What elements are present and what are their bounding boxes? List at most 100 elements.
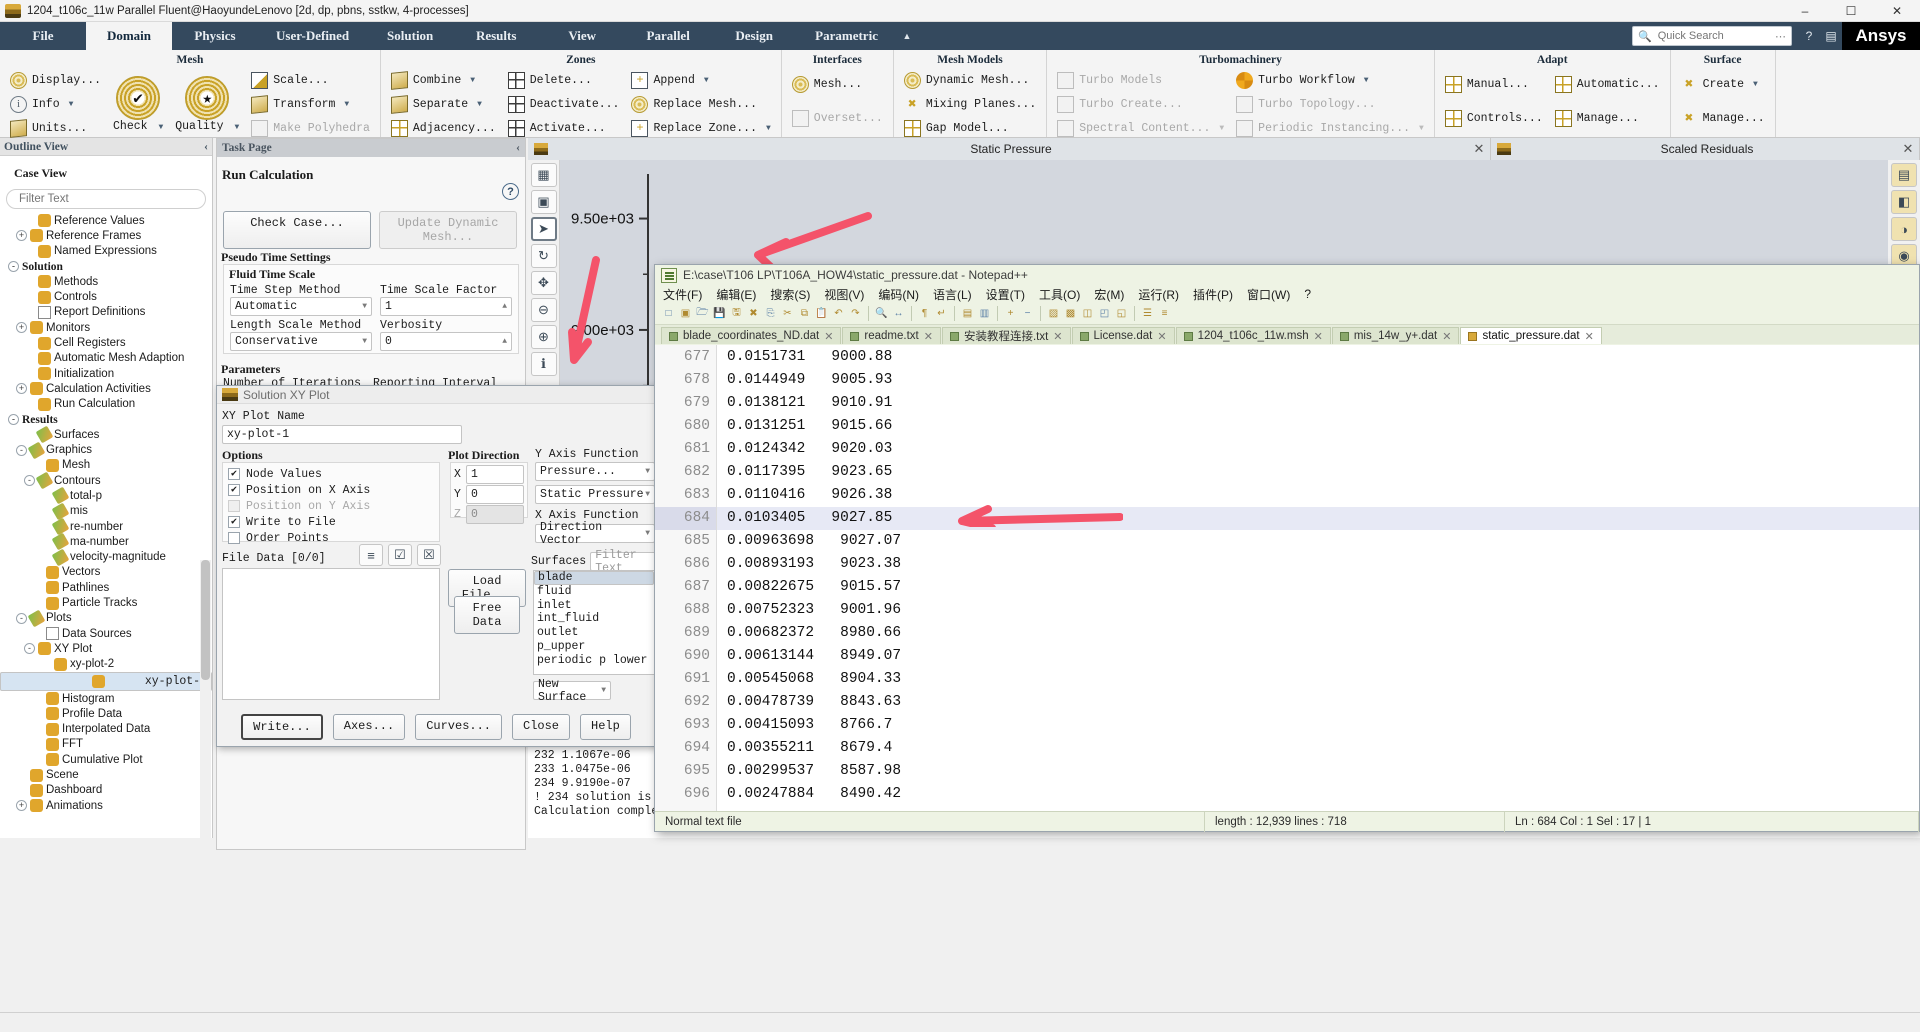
outline-node-velocity-magnitude[interactable]: velocity-magnitude	[0, 550, 212, 565]
file-data-list[interactable]	[222, 568, 440, 700]
outline-node-pathlines[interactable]: Pathlines	[0, 580, 212, 595]
collapse-icon[interactable]: -	[24, 643, 35, 654]
surfaces-filter-input[interactable]: Filter Text	[590, 552, 658, 571]
window-controls[interactable]: – ☐ ✕	[1782, 0, 1920, 22]
option-position-on-x-axis[interactable]: ✔ Position on X Axis	[228, 482, 434, 498]
ribbon-item-append[interactable]: + Append ▼	[628, 68, 773, 92]
ribbon-item-automatic[interactable]: Automatic...	[1552, 73, 1663, 97]
ribbon-item-separate[interactable]: Separate ▼	[388, 92, 499, 116]
notepad-plus-plus-window[interactable]: E:\case\T106 LP\T106A_HOW4\static_pressu…	[654, 264, 1920, 832]
ribbon-item-combine[interactable]: Combine ▼	[388, 68, 499, 92]
outline-node-reference-values[interactable]: Reference Values	[0, 213, 212, 228]
dialog-button-curves[interactable]: Curves...	[415, 714, 502, 740]
axis-value[interactable]: 1	[466, 465, 524, 484]
expand-icon[interactable]: +	[16, 322, 27, 333]
close-icon[interactable]: ✕	[1314, 330, 1323, 343]
collapse-icon[interactable]: -	[8, 261, 19, 272]
y-axis-function-select[interactable]: Static Pressure ▼	[535, 485, 655, 504]
close-icon[interactable]: ✕	[1897, 141, 1919, 157]
notepad-menu-item[interactable]: 窗口(W)	[1247, 286, 1290, 303]
ribbon-tab-user-defined[interactable]: User-Defined	[258, 22, 367, 50]
outline-node-reference-frames[interactable]: + Reference Frames	[0, 228, 212, 243]
notepad-tab-static-pressure-dat[interactable]: static_pressure.dat ✕	[1460, 327, 1601, 344]
options-group[interactable]: ✔ Node Values ✔ Position on X Axis Position …	[222, 462, 440, 542]
outline-node-cell-registers[interactable]: Cell Registers	[0, 335, 212, 350]
notepad-toolbar-button[interactable]: ⎘	[763, 306, 778, 321]
notepad-tab-mis-14w-y-dat[interactable]: mis_14w_y+.dat ✕	[1332, 327, 1460, 344]
notepad-menu-item[interactable]: 视图(V)	[824, 286, 864, 303]
free-data-button[interactable]: Free Data	[454, 596, 520, 634]
ribbon-item-gap-model[interactable]: Gap Model...	[901, 116, 1039, 140]
ribbon-collapse-icon[interactable]: ▲	[896, 22, 918, 50]
close-icon[interactable]: ✕	[1053, 330, 1062, 343]
expand-icon[interactable]: +	[16, 383, 27, 394]
editor-line[interactable]: 0.00355211 8679.4	[717, 737, 1919, 760]
chevron-down-icon[interactable]: ▼	[230, 123, 239, 132]
outline-filter[interactable]	[6, 189, 206, 209]
x-axis-function-select[interactable]: Direction Vector ▼	[535, 524, 655, 543]
outline-scrollbar[interactable]	[200, 560, 211, 838]
collapse-icon[interactable]: -	[24, 475, 35, 486]
ribbon-tab-parallel[interactable]: Parallel	[625, 22, 711, 50]
outline-node-particle-tracks[interactable]: Particle Tracks	[0, 595, 212, 610]
ribbon-tab-view[interactable]: View	[539, 22, 625, 50]
editor-line[interactable]: 0.0138121 9010.91	[717, 392, 1919, 415]
ribbon-big-quality[interactable]: ★ Quality ▼	[169, 68, 245, 140]
ribbon-tab-design[interactable]: Design	[711, 22, 797, 50]
chevron-down-icon[interactable]: ▼	[700, 76, 709, 85]
notepad-toolbar-button[interactable]: □	[661, 306, 676, 321]
outline-node-total-p[interactable]: total-p	[0, 488, 212, 503]
dialog-button-write[interactable]: Write...	[241, 714, 323, 740]
outline-node-profile-data[interactable]: Profile Data	[0, 706, 212, 721]
grid-tool-icon[interactable]: ▦	[531, 163, 557, 187]
editor-line[interactable]: 0.00752323 9001.96	[717, 599, 1919, 622]
window-tool-icon[interactable]: ▣	[531, 190, 557, 214]
notepad-toolbar-button[interactable]: ≡	[1157, 306, 1172, 321]
notepad-toolbar-button[interactable]: ✂	[780, 306, 795, 321]
editor-line[interactable]: 0.00247884 8490.42	[717, 783, 1919, 806]
outline-node-run-calculation[interactable]: Run Calculation	[0, 397, 212, 412]
outline-node-named-expressions[interactable]: Named Expressions	[0, 244, 212, 259]
outline-node-fft[interactable]: FFT	[0, 737, 212, 752]
ribbon-tab-bar[interactable]: File Domain Physics User-Defined Solution Res…	[0, 22, 1920, 50]
notepad-tab-1204-t106c-11w-msh[interactable]: 1204_t106c_11w.msh ✕	[1176, 327, 1331, 344]
outline-node-graphics[interactable]: - Graphics	[0, 442, 212, 457]
ribbon-tab-file[interactable]: File	[0, 22, 86, 50]
solution-xy-plot-dialog[interactable]: Solution XY Plot XY Plot Name xy-plot-1 …	[216, 385, 658, 747]
outline-node-initialization[interactable]: Initialization	[0, 366, 212, 381]
rotate-tool-icon[interactable]: ↻	[531, 244, 557, 268]
notepad-toolbar-button[interactable]: ▤	[960, 306, 975, 321]
outline-node-vectors[interactable]: Vectors	[0, 565, 212, 580]
notepad-toolbar-button[interactable]: 🗁	[695, 306, 710, 321]
notepad-toolbar-button[interactable]: 💾	[712, 306, 727, 321]
notepad-tab--txt[interactable]: 安装教程连接.txt ✕	[942, 327, 1071, 344]
dialog-button-help[interactable]: Help	[580, 714, 631, 740]
chevron-down-icon[interactable]: ▼	[762, 124, 771, 133]
collapse-left-icon[interactable]: ‹	[204, 141, 208, 153]
graphics-tab-static-pressure[interactable]: Static Pressure ✕	[528, 138, 1491, 160]
notepad-toolbar-button[interactable]: ▩	[1063, 306, 1078, 321]
notepad-toolbar[interactable]: □ ▣ 🗁 💾 🖫 ✖ ⎘ ✂ ⧉ 📋 ↶ ↷ 🔍 ↔ ¶ ↵ ▤ ▥ + − ▨ ▩ ◫ ◰ ◱ ☰ ≡	[655, 303, 1919, 325]
editor-line[interactable]: 0.0124342 9020.03	[717, 438, 1919, 461]
surface-item-fluid[interactable]: fluid	[534, 585, 654, 599]
minimize-button[interactable]: –	[1782, 0, 1828, 22]
notepad-tab-readme-txt[interactable]: readme.txt ✕	[842, 327, 941, 344]
collapse-icon[interactable]: -	[16, 613, 27, 624]
pan-tool-icon[interactable]: ✥	[531, 271, 557, 295]
search-more-icon[interactable]: ⋯	[1775, 30, 1786, 43]
close-icon[interactable]: ✕	[1442, 330, 1451, 343]
surface-item-int-fluid[interactable]: int_fluid	[534, 612, 654, 626]
notepad-menu-item[interactable]: 编辑(E)	[716, 286, 756, 303]
notepad-toolbar-button[interactable]: ▨	[1046, 306, 1061, 321]
outline-node-solution[interactable]: - Solution	[0, 259, 212, 274]
axis-value[interactable]: 0	[466, 485, 524, 504]
editor-line[interactable]: 0.0151731 9000.88	[717, 346, 1919, 369]
ribbon-item-mesh[interactable]: Mesh...	[789, 73, 886, 97]
select-all-icon[interactable]: ☑	[388, 544, 412, 566]
notepad-toolbar-button[interactable]: ⧉	[797, 306, 812, 321]
stepper-icon[interactable]: ▲	[502, 302, 507, 311]
surface-item-blade[interactable]: blade	[534, 571, 654, 585]
editor-line[interactable]: 0.00682372 8980.66	[717, 622, 1919, 645]
outline-node-re-number[interactable]: re-number	[0, 519, 212, 534]
plot-direction-x[interactable]: X1	[454, 465, 524, 484]
